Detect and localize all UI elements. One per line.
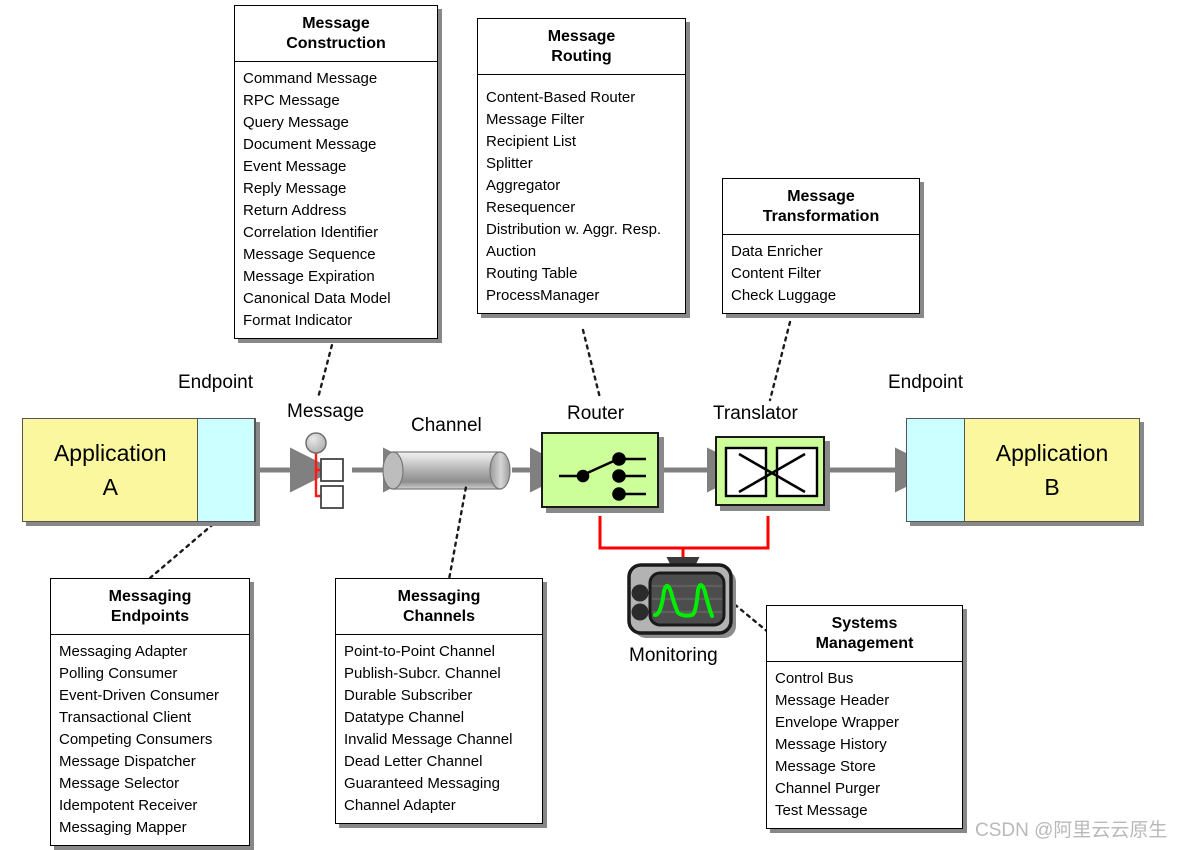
list-item: Channel Adapter xyxy=(344,797,456,814)
application-a-suffix: A xyxy=(102,474,118,500)
channel-pipe xyxy=(382,451,511,490)
list-item: Envelope Wrapper xyxy=(775,714,899,731)
pattern-box-title: Systems Management xyxy=(767,606,962,662)
list-item: Durable Subscriber xyxy=(344,687,473,704)
list-item: Event Message xyxy=(243,158,347,175)
router-node[interactable] xyxy=(541,432,659,508)
list-item: Transactional Client xyxy=(59,709,192,726)
list-item: Point-to-Point Channel xyxy=(344,643,495,660)
label-translator: Translator xyxy=(713,403,798,424)
list-item: Return Address xyxy=(243,202,347,219)
leader-endpoints-to-endpoint xyxy=(148,518,220,580)
list-item: Channel Purger xyxy=(775,780,881,797)
pattern-box-systems-management[interactable]: Systems Management Control Bus Message H… xyxy=(766,605,963,829)
pattern-box-message-routing[interactable]: Message Routing Content-Based Router Mes… xyxy=(477,18,686,314)
monitor-icon xyxy=(627,563,736,638)
list-item: Aggregator xyxy=(486,177,561,194)
list-item: Message Filter xyxy=(486,111,585,128)
pattern-box-title: Message Transformation xyxy=(723,179,919,235)
pattern-item-list: Content-Based Router Message Filter Reci… xyxy=(478,75,685,313)
label-channel: Channel xyxy=(411,415,482,436)
list-item: Message History xyxy=(775,736,887,753)
list-item: Correlation Identifier xyxy=(243,224,379,241)
list-item: Routing Table xyxy=(486,265,578,282)
pattern-item-list: Messaging Adapter Polling Consumer Event… xyxy=(51,635,249,845)
application-a-name: Application xyxy=(53,440,167,466)
list-item: Reply Message xyxy=(243,180,347,197)
list-item: Message Sequence xyxy=(243,246,376,263)
list-item: Messaging Adapter xyxy=(59,643,188,660)
list-item: Resequencer xyxy=(486,199,576,216)
list-item: Content Filter xyxy=(731,265,822,282)
list-item: Dead Letter Channel xyxy=(344,753,483,770)
translator-node[interactable] xyxy=(715,436,825,506)
list-item: Datatype Channel xyxy=(344,709,465,726)
diagram-canvas: Message Construction Command Message RPC… xyxy=(0,0,1181,850)
endpoint-a[interactable] xyxy=(197,419,255,521)
list-item: Distribution w. Aggr. Resp. xyxy=(486,221,662,238)
list-item: Guaranteed Messaging xyxy=(344,775,500,792)
pattern-item-list: Command Message RPC Message Query Messag… xyxy=(235,62,437,338)
leader-channels-to-channel xyxy=(446,485,468,587)
list-item: Idempotent Receiver xyxy=(59,797,198,814)
watermark: CSDN @阿里云云原生 xyxy=(975,820,1168,841)
list-item: Message Store xyxy=(775,758,876,775)
list-item: Competing Consumers xyxy=(59,731,213,748)
list-item: Splitter xyxy=(486,155,533,172)
list-item: ProcessManager xyxy=(486,287,600,304)
pattern-item-list: Data Enricher Content Filter Check Lugga… xyxy=(723,235,919,313)
label-endpoint-left: Endpoint xyxy=(178,372,254,393)
leader-routing-to-router xyxy=(581,328,602,400)
pattern-item-list: Point-to-Point Channel Publish-Subcr. Ch… xyxy=(336,635,542,823)
pattern-box-title: Messaging Channels xyxy=(336,579,542,635)
application-b-name: Application xyxy=(995,440,1109,466)
application-a[interactable]: Application A xyxy=(22,418,256,522)
pattern-box-title: Message Construction xyxy=(235,6,437,62)
list-item: Message Selector xyxy=(59,775,180,792)
list-item: Control Bus xyxy=(775,670,854,687)
label-endpoint-right: Endpoint xyxy=(888,372,964,393)
label-monitoring: Monitoring xyxy=(629,645,718,666)
application-b-suffix: B xyxy=(1044,474,1060,500)
leader-transformation-to-translator xyxy=(768,320,792,402)
list-item: Query Message xyxy=(243,114,349,131)
list-item: Recipient List xyxy=(486,133,577,150)
application-b[interactable]: Application B xyxy=(906,418,1140,522)
control-bus-links xyxy=(598,516,770,590)
list-item: Publish-Subcr. Channel xyxy=(344,665,501,682)
list-item: Polling Consumer xyxy=(59,665,178,682)
list-item: Check Luggage xyxy=(731,287,837,304)
list-item: Command Message xyxy=(243,70,378,87)
list-item: Auction xyxy=(486,243,537,260)
pattern-box-messaging-endpoints[interactable]: Messaging Endpoints Messaging Adapter Po… xyxy=(50,578,250,846)
translator-cross-icon xyxy=(724,446,819,498)
list-item: Messaging Mapper xyxy=(59,819,187,836)
list-item: RPC Message xyxy=(243,92,340,109)
list-item: Data Enricher xyxy=(731,243,823,260)
list-item: Message Dispatcher xyxy=(59,753,196,770)
list-item: Message Header xyxy=(775,692,890,709)
application-b-body: Application B xyxy=(965,419,1139,521)
pattern-box-message-transformation[interactable]: Message Transformation Data Enricher Con… xyxy=(722,178,920,314)
pattern-box-messaging-channels[interactable]: Messaging Channels Point-to-Point Channe… xyxy=(335,578,543,824)
list-item: Format Indicator xyxy=(243,312,353,329)
pattern-item-list: Control Bus Message Header Envelope Wrap… xyxy=(767,662,962,828)
list-item: Test Message xyxy=(775,802,868,819)
list-item: Content-Based Router xyxy=(486,89,636,106)
list-item: Message Expiration xyxy=(243,268,375,285)
label-message: Message xyxy=(287,401,365,422)
list-item: Canonical Data Model xyxy=(243,290,391,307)
pattern-box-title: Message Routing xyxy=(478,19,685,75)
message-icon xyxy=(305,432,344,509)
list-item: Invalid Message Channel xyxy=(344,731,513,748)
list-item: Document Message xyxy=(243,136,377,153)
label-router: Router xyxy=(567,403,625,424)
application-a-body: Application A xyxy=(23,419,198,521)
router-switch-icon xyxy=(559,452,646,501)
pattern-box-title: Messaging Endpoints xyxy=(51,579,249,635)
endpoint-b[interactable] xyxy=(907,419,965,521)
pattern-box-message-construction[interactable]: Message Construction Command Message RPC… xyxy=(234,5,438,339)
monitoring-node[interactable] xyxy=(624,560,742,642)
list-item: Event-Driven Consumer xyxy=(59,687,220,704)
